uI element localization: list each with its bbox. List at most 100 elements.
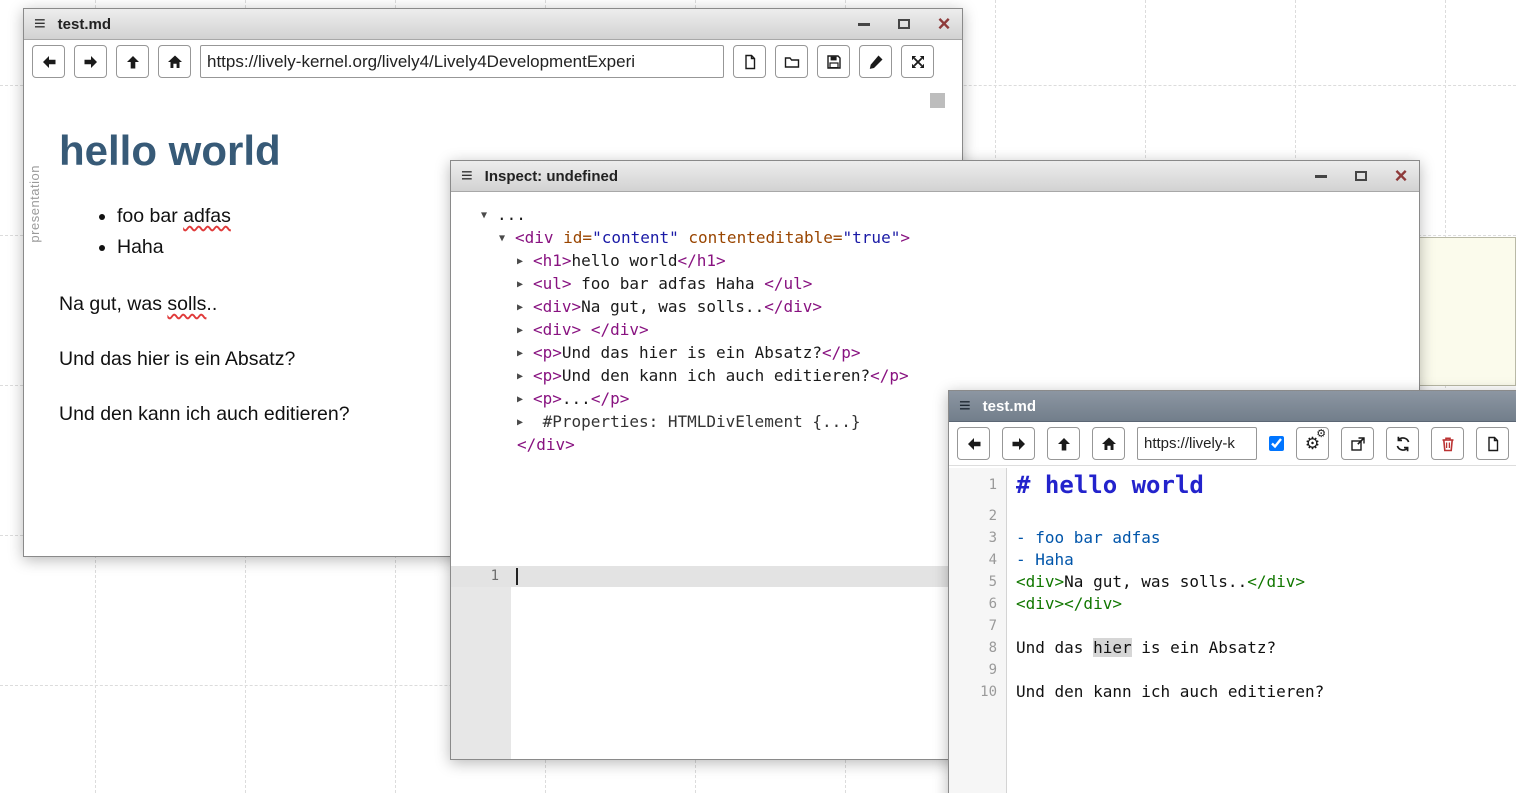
forward-button[interactable]: [74, 45, 107, 78]
line-content[interactable]: [1007, 505, 1016, 527]
tree-node[interactable]: ▼<div id="content" contenteditable="true…: [481, 227, 1411, 250]
window-menu-icon[interactable]: ≡: [24, 13, 56, 36]
collapse-arrow-icon[interactable]: ▼: [481, 205, 497, 227]
token-list: - foo bar adfas: [1016, 528, 1161, 547]
tree-node[interactable]: ▶<h1>hello world</h1>: [481, 250, 1411, 273]
browse-folder-button[interactable]: [775, 45, 808, 78]
token-tag: </p>: [822, 343, 861, 362]
editor-line[interactable]: 4- Haha: [949, 549, 1516, 571]
editor-line[interactable]: 5<div>Na gut, was solls..</div>: [949, 571, 1516, 593]
up-button[interactable]: [1047, 427, 1080, 460]
token-plain: Na gut, was solls..: [581, 297, 764, 316]
expand-arrow-icon[interactable]: ▶: [517, 274, 533, 296]
edit-button[interactable]: [859, 45, 892, 78]
line-content[interactable]: Und das hier is ein Absatz?: [1007, 637, 1276, 659]
back-button[interactable]: [957, 427, 990, 460]
forward-icon: [1010, 435, 1028, 453]
preview-titlebar[interactable]: ≡ test.md ×: [24, 9, 962, 40]
minimize-icon[interactable]: [1313, 168, 1329, 184]
tree-node[interactable]: ▶<p>Und das hier is ein Absatz?</p>: [481, 342, 1411, 365]
expand-arrow-icon[interactable]: ▶: [517, 389, 533, 411]
fullscreen-button[interactable]: [901, 45, 934, 78]
window-markdown-editor: ≡ test.md ⚙⚙ 1# hello world23- foo bar a…: [948, 390, 1516, 793]
token-plain: Und das hier is ein Absatz?: [59, 348, 295, 370]
line-content[interactable]: - Haha: [1007, 549, 1074, 571]
editor-line[interactable]: 9: [949, 659, 1516, 681]
line-content[interactable]: # hello world: [1007, 468, 1204, 505]
token-plain: Und das: [1016, 638, 1093, 657]
home-button[interactable]: [1092, 427, 1125, 460]
open-external-icon: [1349, 435, 1367, 453]
delete-button[interactable]: [1431, 427, 1464, 460]
collapse-arrow-icon[interactable]: ▼: [499, 228, 515, 250]
inspector-titlebar[interactable]: ≡ Inspect: undefined ×: [451, 161, 1419, 192]
expand-arrow-icon[interactable]: ▶: [517, 297, 533, 319]
expand-arrow-icon[interactable]: ▶: [517, 412, 533, 434]
tree-node[interactable]: ▶<div>Na gut, was solls..</div>: [481, 296, 1411, 319]
save-button[interactable]: [817, 45, 850, 78]
line-number: 7: [949, 615, 1007, 637]
line-content[interactable]: <div>Na gut, was solls..</div>: [1007, 571, 1305, 593]
tree-node[interactable]: ▶<div> </div>: [481, 319, 1411, 342]
line-content[interactable]: <div></div>: [1007, 593, 1122, 615]
expand-arrow-icon[interactable]: ▶: [517, 320, 533, 342]
trash-icon: [1439, 435, 1457, 453]
settings-button[interactable]: ⚙⚙: [1296, 427, 1329, 460]
token-attr: id=: [554, 228, 593, 247]
tree-node[interactable]: ▶<ul> foo bar adfas Haha </ul>: [481, 273, 1411, 296]
settings-gears-icon: ⚙⚙: [1305, 435, 1320, 452]
auto-update-checkbox[interactable]: [1269, 436, 1284, 451]
expand-arrow-icon[interactable]: ▶: [517, 343, 533, 365]
window-menu-icon[interactable]: ≡: [949, 395, 981, 418]
editor-line[interactable]: 8Und das hier is ein Absatz?: [949, 637, 1516, 659]
maximize-icon[interactable]: [896, 16, 912, 32]
line-content[interactable]: - foo bar adfas: [1007, 527, 1161, 549]
refresh-icon: [1394, 435, 1412, 453]
window-menu-icon[interactable]: ≡: [451, 165, 483, 188]
maximize-icon[interactable]: [1353, 168, 1369, 184]
token-plain: Und den kann ich auch editieren?: [562, 366, 870, 385]
token-tag: <div>: [533, 297, 581, 316]
open-external-button[interactable]: [1341, 427, 1374, 460]
window-controls: ×: [856, 9, 952, 39]
editor-line[interactable]: 7: [949, 615, 1516, 637]
line-number: 2: [949, 505, 1007, 527]
editor-line[interactable]: 10Und den kann ich auch editieren?: [949, 681, 1516, 703]
editor-line[interactable]: 6<div></div>: [949, 593, 1516, 615]
close-icon[interactable]: ×: [936, 16, 952, 32]
source-editor[interactable]: 1# hello world23- foo bar adfas4- Haha5<…: [949, 468, 1516, 793]
line-content[interactable]: [1007, 659, 1016, 681]
token-tag: </ul>: [764, 274, 812, 293]
url-input[interactable]: [1137, 427, 1257, 460]
close-icon[interactable]: ×: [1393, 168, 1409, 184]
line-content[interactable]: [1007, 615, 1016, 637]
up-button[interactable]: [116, 45, 149, 78]
tree-node[interactable]: ▶<p>Und den kann ich auch editieren?</p>: [481, 365, 1411, 388]
editor-line[interactable]: 1# hello world: [949, 468, 1516, 505]
minimize-icon[interactable]: [856, 16, 872, 32]
scrollbar-thumb[interactable]: [930, 93, 945, 108]
new-file-button[interactable]: [733, 45, 766, 78]
expand-arrow-icon[interactable]: ▶: [517, 366, 533, 388]
line-content[interactable]: Und den kann ich auch editieren?: [1007, 681, 1324, 703]
token-val: "true": [843, 228, 901, 247]
expand-arrow-icon[interactable]: ▶: [517, 251, 533, 273]
forward-button[interactable]: [1002, 427, 1035, 460]
new-file-button[interactable]: [1476, 427, 1509, 460]
token-plain: hello world: [572, 251, 678, 270]
editor-line[interactable]: 3- foo bar adfas: [949, 527, 1516, 549]
url-input[interactable]: [200, 45, 724, 78]
editor-titlebar[interactable]: ≡ test.md: [949, 391, 1516, 422]
home-button[interactable]: [158, 45, 191, 78]
tree-node[interactable]: ▼...: [481, 204, 1411, 227]
token-plain: Und den kann ich auch editieren?: [1016, 682, 1324, 701]
back-button[interactable]: [32, 45, 65, 78]
line-number: 6: [949, 593, 1007, 615]
refresh-button[interactable]: [1386, 427, 1419, 460]
token-plain: Na gut, was: [59, 293, 167, 315]
background-window-fragment: [1419, 237, 1516, 386]
token-tag: </h1>: [678, 251, 726, 270]
token-tag: </p>: [591, 389, 630, 408]
editor-line[interactable]: 2: [949, 505, 1516, 527]
token-attr: contenteditable=: [679, 228, 843, 247]
